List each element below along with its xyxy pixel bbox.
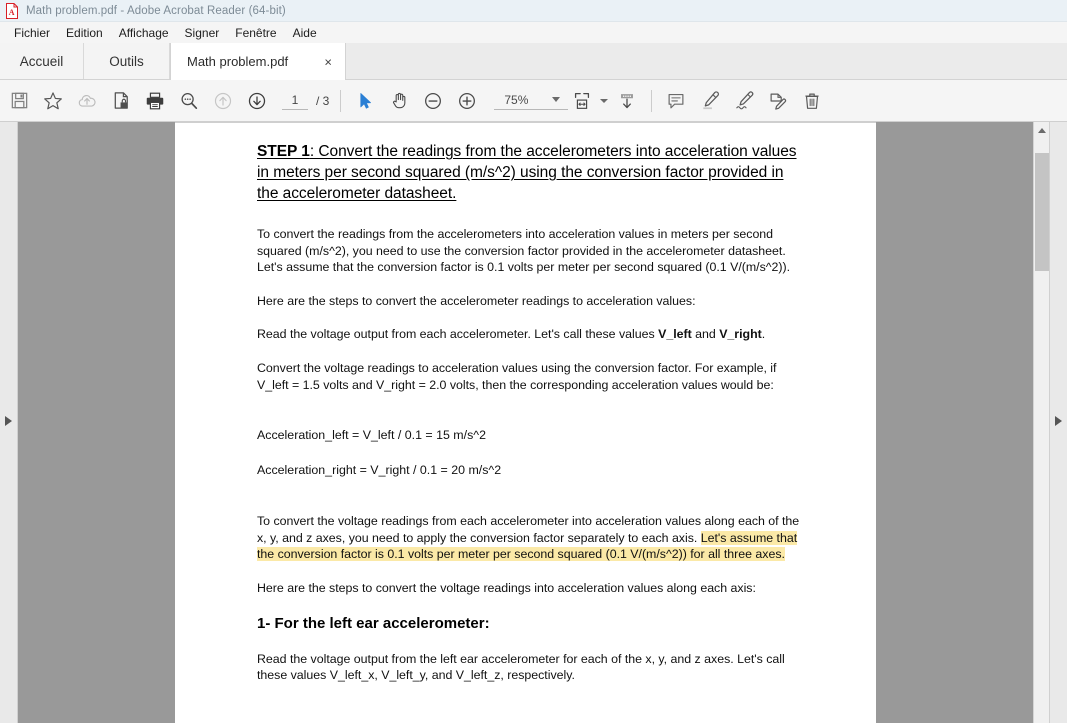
star-icon[interactable] [36, 84, 70, 118]
edit-page-icon[interactable] [761, 84, 795, 118]
scroll-up-arrow-glyph [1037, 128, 1046, 133]
document-paragraph-3: Read the voltage output from each accele… [257, 326, 806, 343]
document-subheading-1: 1- For the left ear accelerometer: [257, 614, 490, 632]
zoom-in-icon[interactable] [450, 84, 484, 118]
menu-bar: Fichier Edition Affichage Signer Fenêtre… [0, 22, 1067, 44]
toolbar: / 3 75% [0, 80, 1067, 122]
page-navigator: / 3 [282, 91, 329, 110]
document-heading: STEP 1: Convert the readings from the ac… [257, 141, 806, 204]
zoom-level-value: 75% [504, 92, 529, 107]
zoom-level-dropdown[interactable]: 75% [494, 92, 569, 110]
tab-outils[interactable]: Outils [84, 43, 170, 79]
menu-item-edition[interactable]: Edition [58, 24, 111, 42]
variable-v-right: V_right [719, 327, 762, 342]
equation-acceleration-left: Acceleration_left = V_left / 0.1 = 15 m/… [257, 428, 486, 443]
toolbar-separator-2 [651, 89, 653, 112]
pdf-document-icon: A [6, 2, 18, 19]
menu-item-fenetre[interactable]: Fenêtre [227, 24, 284, 42]
scrollbar-thumb[interactable] [1035, 153, 1049, 271]
para3-text-c: and [691, 327, 720, 342]
svg-text:A: A [9, 8, 15, 17]
delete-icon[interactable] [795, 84, 829, 118]
menu-item-affichage[interactable]: Affichage [111, 24, 177, 42]
title-bar: A Math problem.pdf - Adobe Acrobat Reade… [0, 0, 1067, 22]
vertical-scrollbar[interactable] [1033, 122, 1049, 723]
heading-rest: : Convert the readings from the accelero… [257, 143, 797, 202]
search-icon[interactable] [172, 84, 206, 118]
fit-width-icon[interactable] [568, 84, 596, 118]
protect-document-icon[interactable] [104, 84, 138, 118]
cloud-upload-icon[interactable] [70, 84, 104, 118]
left-panel-strip [0, 122, 18, 723]
acrobat-reader-window: A Math problem.pdf - Adobe Acrobat Reade… [0, 0, 1067, 725]
comment-icon[interactable] [659, 84, 693, 118]
tab-bar-spacer [346, 43, 1067, 79]
chevron-down-icon[interactable] [552, 97, 561, 102]
select-cursor-icon[interactable] [348, 84, 382, 118]
menu-item-aide[interactable]: Aide [285, 24, 325, 42]
document-paragraph-4: Convert the voltage readings to accelera… [257, 360, 777, 392]
window-title: Math problem.pdf - Adobe Acrobat Reader … [26, 4, 286, 17]
tab-document-label: Math problem.pdf [187, 54, 289, 69]
variable-v-left: V_left [658, 327, 692, 342]
document-paragraph-5: To convert the voltage readings from eac… [257, 513, 806, 563]
print-icon[interactable] [138, 84, 172, 118]
expand-left-panel-icon[interactable] [5, 416, 12, 426]
signature-icon[interactable] [727, 84, 761, 118]
right-panel-strip [1049, 122, 1067, 723]
document-paragraph-6: Here are the steps to convert the voltag… [257, 580, 756, 595]
expand-right-panel-icon[interactable] [1055, 416, 1062, 426]
page-total-label: / 3 [316, 93, 330, 108]
document-paragraph-2: Here are the steps to convert the accele… [257, 293, 696, 308]
tab-outils-label: Outils [109, 53, 144, 69]
fit-width-dropdown[interactable] [596, 84, 610, 118]
menu-item-fichier[interactable]: Fichier [6, 24, 58, 42]
next-page-icon[interactable] [240, 84, 274, 118]
para3-text-a: Read the voltage output from each accele… [257, 327, 659, 342]
equation-acceleration-right: Acceleration_right = V_right / 0.1 = 20 … [257, 462, 502, 477]
previous-page-icon[interactable] [206, 84, 240, 118]
document-paragraph-1: To convert the readings from the acceler… [257, 227, 791, 275]
highlighter-icon[interactable] [693, 84, 727, 118]
hand-tool-icon[interactable] [382, 84, 416, 118]
document-equations: Acceleration_left = V_left / 0.1 = 15 m/… [257, 410, 806, 496]
document-paragraph-7: Read the voltage output from the left ea… [257, 651, 785, 683]
pdf-page: STEP 1: Convert the readings from the ac… [175, 122, 876, 723]
toolbar-separator-1 [340, 89, 342, 112]
menu-item-signer[interactable]: Signer [177, 24, 228, 42]
tab-accueil[interactable]: Accueil [0, 43, 84, 79]
tab-bar: Accueil Outils Math problem.pdf × [0, 43, 1067, 80]
save-icon[interactable] [2, 84, 36, 118]
main-content-area: STEP 1: Convert the readings from the ac… [0, 122, 1067, 723]
document-viewport[interactable]: STEP 1: Convert the readings from the ac… [18, 122, 1033, 723]
scroll-up-icon[interactable] [1034, 122, 1049, 139]
para3-text-d: . [761, 327, 766, 342]
tab-accueil-label: Accueil [19, 53, 64, 69]
page-number-input[interactable] [282, 91, 308, 110]
zoom-out-icon[interactable] [416, 84, 450, 118]
heading-step-label: STEP 1 [257, 143, 310, 160]
chevron-down-icon[interactable] [599, 98, 608, 103]
close-icon[interactable]: × [321, 53, 335, 70]
tab-document[interactable]: Math problem.pdf × [170, 43, 346, 80]
scroll-down-icon[interactable] [610, 84, 644, 118]
